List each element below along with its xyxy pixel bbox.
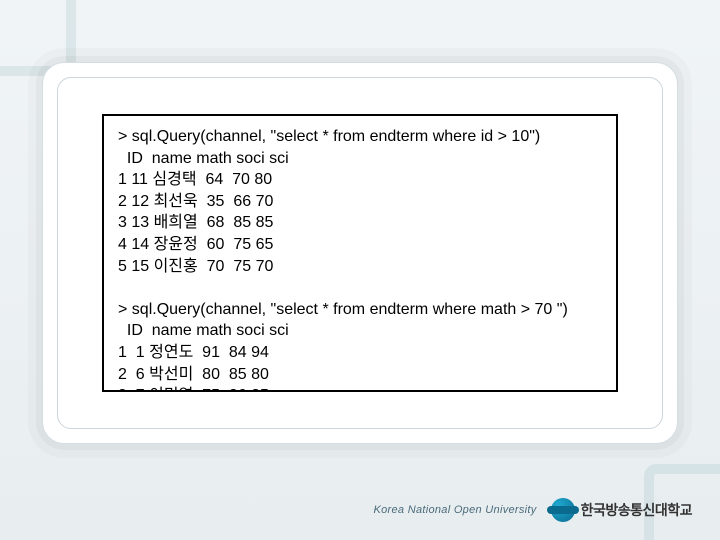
- table-row: 2 12 최선욱 35 66 70: [118, 193, 273, 210]
- table-row: 1 11 심경택 64 70 80: [118, 171, 272, 188]
- code-output-box: > sql.Query(channel, "select * from endt…: [102, 114, 618, 392]
- table-row: 3 13 배희열 68 85 85: [118, 214, 273, 231]
- table-header: ID name math soci sci: [118, 322, 289, 339]
- table-row: 3 7 이민영 75 86 85: [118, 387, 269, 392]
- footer-branding: Korea National Open University 한국방송통신대학교: [374, 498, 693, 522]
- table-row: 1 1 정연도 91 84 94: [118, 344, 269, 361]
- slide-frame: > sql.Query(channel, "select * from endt…: [42, 62, 678, 444]
- query-prompt: > sql.Query(channel, "select * from endt…: [118, 301, 568, 318]
- table-row: 2 6 박선미 80 85 80: [118, 366, 269, 383]
- logo-icon: [551, 498, 575, 522]
- table-header: ID name math soci sci: [118, 150, 289, 167]
- slide-inner-frame: > sql.Query(channel, "select * from endt…: [57, 77, 663, 429]
- table-row: 4 14 장윤정 60 75 65: [118, 236, 273, 253]
- table-row: 5 15 이진홍 70 75 70: [118, 258, 273, 275]
- query-prompt: > sql.Query(channel, "select * from endt…: [118, 128, 540, 145]
- university-logo: 한국방송통신대학교: [551, 498, 692, 522]
- logo-text: 한국방송통신대학교: [581, 500, 692, 520]
- footer-script-text: Korea National Open University: [374, 504, 537, 516]
